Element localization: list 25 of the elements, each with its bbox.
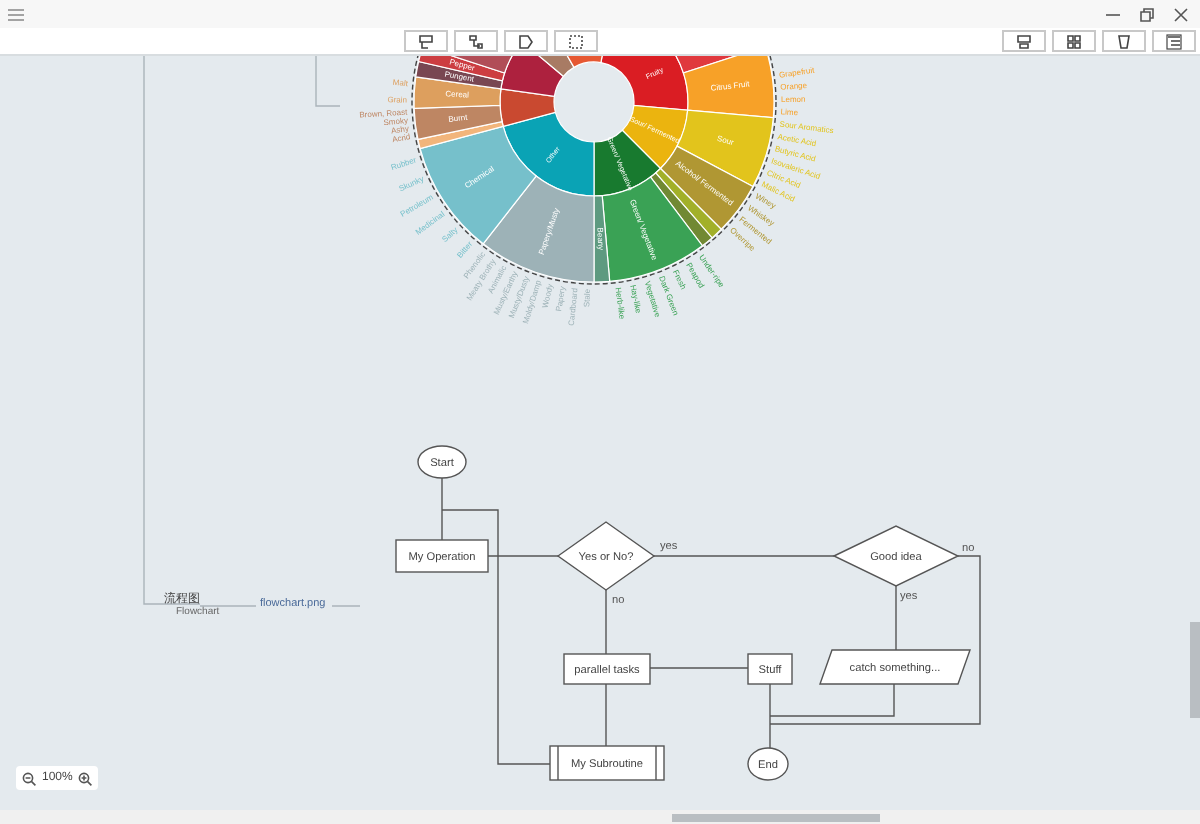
topic-tool-button[interactable]: [404, 30, 448, 52]
boundary-tool-button[interactable]: [554, 30, 598, 52]
restore-icon[interactable]: [1140, 7, 1154, 21]
zoom-in-icon[interactable]: [78, 771, 93, 785]
tag-icon: [518, 33, 534, 49]
panel-icon: [1016, 33, 1032, 49]
grid-panel-button[interactable]: [1052, 30, 1096, 52]
marker-panel-button[interactable]: [1102, 30, 1146, 52]
connector-line: [605, 589, 607, 655]
list-icon: [1166, 33, 1182, 49]
box-stand-icon: [418, 33, 434, 49]
close-icon[interactable]: [1174, 7, 1188, 21]
connector-line: [649, 667, 749, 669]
format-panel-button[interactable]: [1002, 30, 1046, 52]
tag-tool-button[interactable]: [504, 30, 548, 52]
zoom-out-icon[interactable]: [22, 771, 36, 785]
cup-icon: [1116, 33, 1132, 49]
outline-panel-button[interactable]: [1152, 30, 1196, 52]
connector-line: [605, 683, 607, 747]
hierarchy-icon: [468, 33, 484, 49]
grid-icon: [1066, 33, 1082, 49]
dashed-square-icon: [568, 33, 584, 49]
structure-tool-button[interactable]: [454, 30, 498, 52]
vertical-scrollbar-thumb[interactable]: [1190, 622, 1200, 718]
horizontal-scrollbar-thumb[interactable]: [672, 814, 880, 822]
